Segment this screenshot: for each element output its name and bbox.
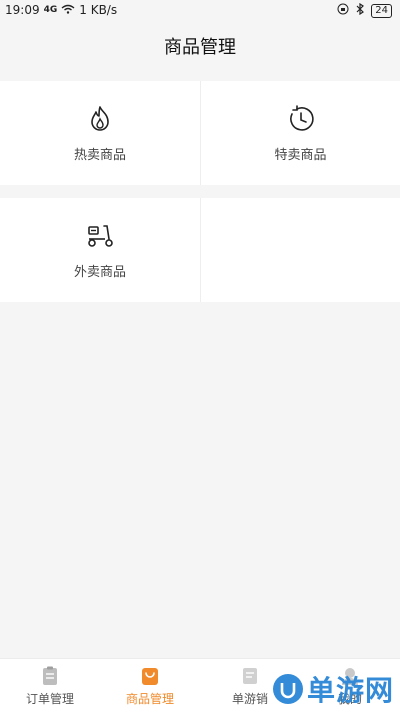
tab-orders-label: 订单管理 <box>25 691 74 706</box>
tab-sales-label: 单游销 <box>231 691 268 706</box>
status-time: 19:09 <box>5 3 40 17</box>
tab-orders[interactable]: 订单管理 <box>0 659 100 712</box>
special-products-label: 特卖商品 <box>274 147 327 163</box>
hot-products-item[interactable]: 热卖商品 <box>0 81 200 185</box>
shopping-bag-icon <box>142 667 158 685</box>
empty-cell <box>200 198 400 302</box>
grid-row: 热卖商品 特卖商品 <box>0 81 400 185</box>
watermark: 单游网 <box>272 669 394 709</box>
special-products-item[interactable]: 特卖商品 <box>200 81 400 185</box>
status-bar: 19:09 4G 1 KB/s 24 <box>0 0 400 20</box>
document-icon <box>243 667 257 684</box>
tab-products[interactable]: 商品管理 <box>100 659 200 712</box>
scooter-icon <box>88 224 113 247</box>
takeout-products-item[interactable]: 外卖商品 <box>0 198 200 302</box>
watermark-text: 单游网 <box>306 674 394 707</box>
hot-products-label: 热卖商品 <box>73 147 126 163</box>
clock-icon <box>289 104 314 131</box>
bottom-tab-bar: 订单管理 商品管理 单游销 我的 单游网 <box>0 658 400 712</box>
signal-icon: 4G <box>43 5 58 15</box>
tab-products-label: 商品管理 <box>125 691 174 706</box>
bluetooth-icon <box>355 2 365 18</box>
flame-icon <box>91 105 109 131</box>
battery-indicator: 24 <box>371 3 392 18</box>
lock-rotation-icon <box>337 3 349 18</box>
wifi-icon <box>61 3 75 17</box>
network-speed: 1 KB/s <box>79 3 118 17</box>
watermark-logo-icon <box>272 674 303 704</box>
page-header: 商品管理 <box>0 20 400 72</box>
clipboard-icon <box>43 666 57 685</box>
grid-row: 外卖商品 <box>0 198 400 302</box>
takeout-products-label: 外卖商品 <box>73 264 126 280</box>
page-title: 商品管理 <box>164 37 236 58</box>
